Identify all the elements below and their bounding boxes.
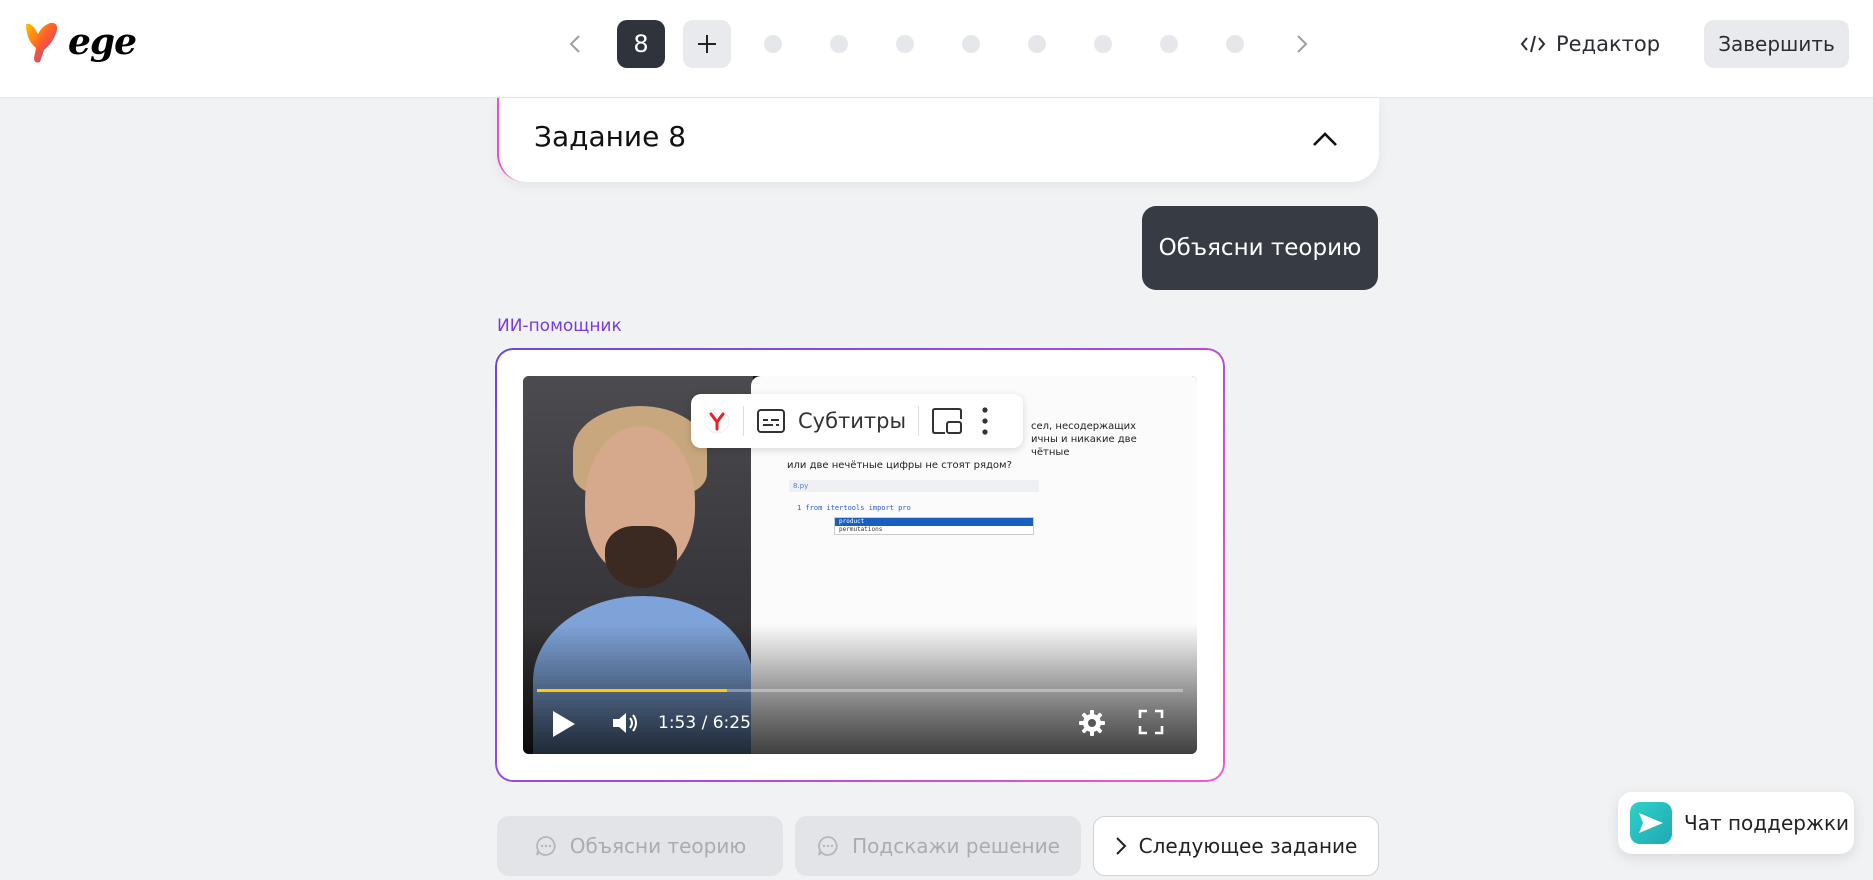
hint-solution-label: Подскажи решение: [852, 834, 1060, 858]
assistant-message-card: сел, несодержащих ичны и никакие две чёт…: [497, 350, 1223, 780]
hint-solution-button[interactable]: Подскажи решение: [795, 816, 1081, 876]
assistant-label: ИИ-помощник: [497, 316, 622, 336]
autocomplete-item: product: [835, 518, 1033, 526]
logo[interactable]: ege: [24, 20, 137, 64]
autocomplete-list: product permutations: [834, 517, 1034, 535]
toolbar-divider: [743, 406, 744, 436]
add-task-button[interactable]: [683, 20, 731, 68]
logo-text: ege: [68, 21, 137, 63]
task-navigation: 8: [560, 20, 1317, 68]
task-dot-5[interactable]: [1013, 20, 1061, 68]
current-task-button[interactable]: 8: [617, 20, 665, 68]
more-options-button[interactable]: [981, 406, 989, 436]
subtitles-button[interactable]: Субтитры: [756, 408, 906, 434]
toolbar-divider: [918, 406, 920, 436]
nav-prev-button[interactable]: [560, 20, 590, 68]
fullscreen-icon[interactable]: [1137, 708, 1165, 736]
task-title: Задание 8: [534, 120, 687, 153]
explain-theory-label: Объясни теорию: [569, 834, 747, 858]
task-dot-icon: [830, 35, 848, 53]
task-dot-4[interactable]: [947, 20, 995, 68]
video-player[interactable]: сел, несодержащих ичны и никакие две чёт…: [523, 376, 1197, 754]
autocomplete-item: permutations: [839, 526, 883, 533]
video-top-toolbar: Субтитры: [691, 394, 1023, 448]
nav-next-button[interactable]: [1287, 20, 1317, 68]
gear-icon[interactable]: [1077, 708, 1107, 738]
finish-button[interactable]: Завершить: [1704, 20, 1849, 68]
yandex-logo-icon[interactable]: [703, 407, 731, 435]
video-progress-fill: [537, 689, 727, 692]
subtitles-icon: [757, 409, 785, 433]
paper-plane-icon: [1630, 802, 1672, 844]
video-time: 1:53 / 6:25: [658, 713, 751, 733]
chat-bubble-icon: [534, 834, 558, 858]
chevron-right-icon: [1297, 35, 1308, 53]
task-dot-6[interactable]: [1079, 20, 1127, 68]
speaker-beard: [605, 526, 677, 588]
task-dot-icon: [962, 35, 980, 53]
task-dot-3[interactable]: [881, 20, 929, 68]
next-task-button[interactable]: Следующее задание: [1093, 816, 1379, 876]
more-vertical-icon: [982, 407, 988, 435]
task-dot-icon: [1028, 35, 1046, 53]
task-dot-icon: [896, 35, 914, 53]
chevron-left-icon: [569, 35, 580, 53]
next-task-label: Следующее задание: [1138, 834, 1358, 858]
chevron-right-icon: [1115, 836, 1127, 856]
code-editor-snippet: 8.py 1 from itertools import pro product…: [789, 480, 1039, 540]
code-icon: [1520, 35, 1546, 53]
task-dot-icon: [764, 35, 782, 53]
top-header: ege 8 Редактор Завершить: [0, 0, 1873, 98]
support-chat-button[interactable]: Чат поддержки: [1618, 792, 1854, 854]
task-dot-8[interactable]: [1211, 20, 1259, 68]
picture-in-picture-button[interactable]: [931, 407, 963, 435]
user-message-bubble: Объясни теорию: [1142, 206, 1378, 290]
task-dot-icon: [1160, 35, 1178, 53]
support-chat-label: Чат поддержки: [1684, 811, 1850, 835]
video-progress-bar[interactable]: [537, 689, 1183, 692]
chat-bubble-icon: [816, 834, 840, 858]
task-card: Задание 8: [497, 98, 1379, 182]
editor-label: Редактор: [1556, 32, 1661, 56]
volume-icon[interactable]: [611, 710, 639, 736]
task-dot-icon: [1094, 35, 1112, 53]
chevron-up-icon[interactable]: [1309, 124, 1341, 156]
plus-icon: [698, 35, 716, 53]
subtitles-label: Субтитры: [798, 409, 907, 433]
code-line: 1 from itertools import pro: [797, 504, 911, 512]
task-dot-7[interactable]: [1145, 20, 1193, 68]
video-controls: 1:53 / 6:25: [523, 696, 1197, 754]
task-dot-2[interactable]: [815, 20, 863, 68]
editor-link[interactable]: Редактор: [1520, 24, 1660, 64]
logo-mark-icon: [26, 22, 58, 63]
task-dot-icon: [1226, 35, 1244, 53]
play-icon[interactable]: [551, 709, 577, 739]
task-dot-1[interactable]: [749, 20, 797, 68]
picture-in-picture-icon: [932, 408, 963, 434]
code-tab: 8.py: [789, 480, 1039, 492]
explain-theory-button[interactable]: Объясни теорию: [497, 816, 783, 876]
screen-text-line: или две нечётные цифры не стоят рядом?: [787, 460, 1012, 471]
chat-actions: Объясни теорию Подскажи решение Следующе…: [497, 816, 1379, 876]
